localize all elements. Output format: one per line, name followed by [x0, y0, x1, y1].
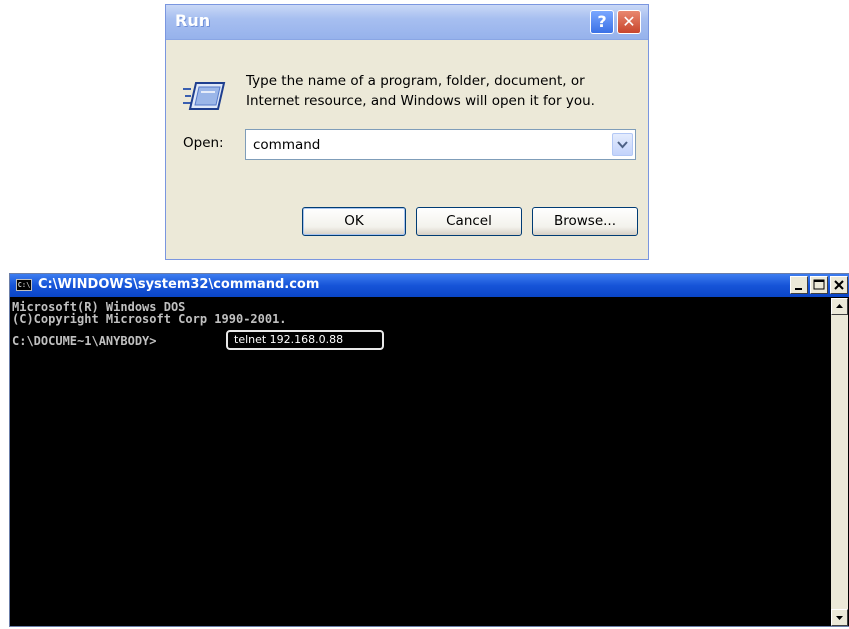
arrow-up-icon	[836, 304, 843, 308]
command-window-title: C:\WINDOWS\system32\command.com	[38, 277, 320, 292]
console-line: (C)Copyright Microsoft Corp 1990-2001.	[12, 312, 287, 326]
run-title-bar[interactable]: Run ? ✕	[166, 5, 648, 40]
console-prompt: C:\DOCUME~1\ANYBODY>	[12, 334, 157, 348]
run-title: Run	[175, 11, 211, 30]
minimize-button[interactable]	[790, 276, 808, 294]
scroll-up-button[interactable]	[831, 298, 848, 315]
maximize-button[interactable]	[810, 276, 828, 294]
console-output[interactable]: Microsoft(R) Windows DOS (C)Copyright Mi…	[12, 298, 830, 626]
open-combobox[interactable]	[245, 129, 636, 160]
dropdown-button[interactable]	[612, 133, 633, 156]
minimize-icon	[795, 288, 802, 290]
close-icon	[834, 280, 844, 290]
run-dialog: Run ? ✕ Type the name of a program, fold…	[165, 4, 649, 260]
ok-button[interactable]: OK	[302, 207, 406, 236]
command-title-bar[interactable]: C:\ C:\WINDOWS\system32\command.com	[10, 274, 849, 297]
maximize-icon	[813, 279, 825, 290]
scroll-down-button[interactable]	[831, 609, 848, 626]
cancel-button[interactable]: Cancel	[416, 207, 522, 236]
close-button[interactable]: ✕	[617, 10, 641, 34]
cmd-close-button[interactable]	[830, 276, 848, 294]
typed-command: telnet 192.168.0.88	[226, 330, 384, 350]
open-label: Open:	[183, 135, 224, 151]
chevron-down-icon	[617, 141, 628, 149]
open-input[interactable]	[253, 136, 593, 154]
run-program-icon	[183, 82, 226, 110]
arrow-down-icon	[836, 616, 843, 620]
vertical-scrollbar[interactable]	[831, 298, 848, 626]
command-window: C:\ C:\WINDOWS\system32\command.com Micr…	[9, 273, 849, 627]
run-description: Type the name of a program, folder, docu…	[246, 73, 595, 109]
browse-button[interactable]: Browse...	[532, 207, 638, 236]
console-icon[interactable]: C:\	[16, 279, 32, 291]
help-button[interactable]: ?	[590, 10, 614, 34]
